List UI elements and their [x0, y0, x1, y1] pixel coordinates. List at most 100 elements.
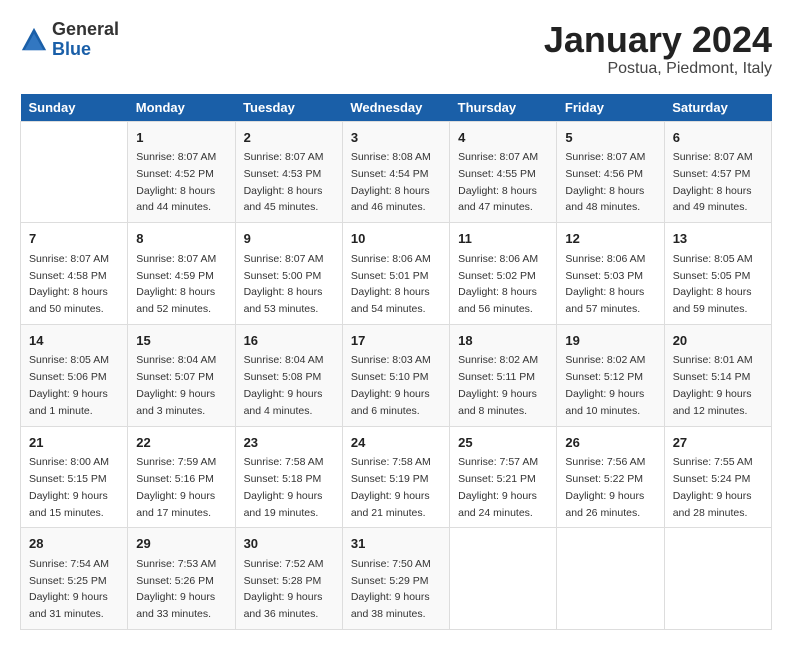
- day-number: 26: [565, 433, 655, 453]
- day-info: Sunrise: 8:07 AMSunset: 4:56 PMDaylight:…: [565, 149, 655, 216]
- day-number: 18: [458, 331, 548, 351]
- day-number: 10: [351, 229, 441, 249]
- calendar-cell: 2Sunrise: 8:07 AMSunset: 4:53 PMDaylight…: [235, 121, 342, 223]
- day-info: Sunrise: 8:05 AMSunset: 5:06 PMDaylight:…: [29, 352, 119, 419]
- day-number: 14: [29, 331, 119, 351]
- day-number: 5: [565, 128, 655, 148]
- calendar-cell: 11Sunrise: 8:06 AMSunset: 5:02 PMDayligh…: [450, 223, 557, 325]
- calendar-cell: 15Sunrise: 8:04 AMSunset: 5:07 PMDayligh…: [128, 324, 235, 426]
- day-info: Sunrise: 8:04 AMSunset: 5:08 PMDaylight:…: [244, 352, 334, 419]
- day-info: Sunrise: 8:06 AMSunset: 5:03 PMDaylight:…: [565, 251, 655, 318]
- day-info: Sunrise: 8:06 AMSunset: 5:01 PMDaylight:…: [351, 251, 441, 318]
- header: General Blue January 2024 Postua, Piedmo…: [20, 20, 772, 78]
- day-info: Sunrise: 8:02 AMSunset: 5:11 PMDaylight:…: [458, 352, 548, 419]
- day-info: Sunrise: 8:01 AMSunset: 5:14 PMDaylight:…: [673, 352, 763, 419]
- weekday-header-saturday: Saturday: [664, 94, 771, 122]
- day-number: 23: [244, 433, 334, 453]
- calendar-cell: 10Sunrise: 8:06 AMSunset: 5:01 PMDayligh…: [342, 223, 449, 325]
- calendar-cell: 17Sunrise: 8:03 AMSunset: 5:10 PMDayligh…: [342, 324, 449, 426]
- day-number: 25: [458, 433, 548, 453]
- calendar-cell: 16Sunrise: 8:04 AMSunset: 5:08 PMDayligh…: [235, 324, 342, 426]
- calendar-cell: 28Sunrise: 7:54 AMSunset: 5:25 PMDayligh…: [21, 528, 128, 630]
- calendar-cell: 5Sunrise: 8:07 AMSunset: 4:56 PMDaylight…: [557, 121, 664, 223]
- day-info: Sunrise: 7:53 AMSunset: 5:26 PMDaylight:…: [136, 556, 226, 623]
- day-number: 1: [136, 128, 226, 148]
- day-info: Sunrise: 8:07 AMSunset: 4:58 PMDaylight:…: [29, 251, 119, 318]
- title-area: January 2024 Postua, Piedmont, Italy: [544, 20, 772, 78]
- day-number: 6: [673, 128, 763, 148]
- day-number: 28: [29, 534, 119, 554]
- calendar-cell: 24Sunrise: 7:58 AMSunset: 5:19 PMDayligh…: [342, 426, 449, 528]
- calendar-week-row: 28Sunrise: 7:54 AMSunset: 5:25 PMDayligh…: [21, 528, 772, 630]
- day-info: Sunrise: 7:52 AMSunset: 5:28 PMDaylight:…: [244, 556, 334, 623]
- calendar-cell: 12Sunrise: 8:06 AMSunset: 5:03 PMDayligh…: [557, 223, 664, 325]
- calendar-cell: 1Sunrise: 8:07 AMSunset: 4:52 PMDaylight…: [128, 121, 235, 223]
- calendar-cell: 6Sunrise: 8:07 AMSunset: 4:57 PMDaylight…: [664, 121, 771, 223]
- day-number: 13: [673, 229, 763, 249]
- weekday-header-wednesday: Wednesday: [342, 94, 449, 122]
- calendar-cell: [21, 121, 128, 223]
- day-number: 31: [351, 534, 441, 554]
- calendar-cell: 20Sunrise: 8:01 AMSunset: 5:14 PMDayligh…: [664, 324, 771, 426]
- day-info: Sunrise: 8:07 AMSunset: 5:00 PMDaylight:…: [244, 251, 334, 318]
- logo-general: General: [52, 20, 119, 40]
- calendar-week-row: 14Sunrise: 8:05 AMSunset: 5:06 PMDayligh…: [21, 324, 772, 426]
- day-info: Sunrise: 8:07 AMSunset: 4:53 PMDaylight:…: [244, 149, 334, 216]
- day-number: 4: [458, 128, 548, 148]
- day-number: 16: [244, 331, 334, 351]
- day-number: 12: [565, 229, 655, 249]
- day-info: Sunrise: 8:03 AMSunset: 5:10 PMDaylight:…: [351, 352, 441, 419]
- day-info: Sunrise: 7:55 AMSunset: 5:24 PMDaylight:…: [673, 454, 763, 521]
- day-number: 7: [29, 229, 119, 249]
- day-number: 3: [351, 128, 441, 148]
- calendar-cell: 22Sunrise: 7:59 AMSunset: 5:16 PMDayligh…: [128, 426, 235, 528]
- calendar-cell: 23Sunrise: 7:58 AMSunset: 5:18 PMDayligh…: [235, 426, 342, 528]
- calendar-cell: 4Sunrise: 8:07 AMSunset: 4:55 PMDaylight…: [450, 121, 557, 223]
- weekday-header-friday: Friday: [557, 94, 664, 122]
- day-number: 30: [244, 534, 334, 554]
- calendar-subtitle: Postua, Piedmont, Italy: [544, 60, 772, 78]
- logo-blue: Blue: [52, 40, 119, 60]
- calendar-cell: 18Sunrise: 8:02 AMSunset: 5:11 PMDayligh…: [450, 324, 557, 426]
- calendar-table: SundayMondayTuesdayWednesdayThursdayFrid…: [20, 94, 772, 630]
- day-number: 9: [244, 229, 334, 249]
- day-info: Sunrise: 8:07 AMSunset: 4:55 PMDaylight:…: [458, 149, 548, 216]
- calendar-cell: 30Sunrise: 7:52 AMSunset: 5:28 PMDayligh…: [235, 528, 342, 630]
- day-info: Sunrise: 7:57 AMSunset: 5:21 PMDaylight:…: [458, 454, 548, 521]
- day-number: 22: [136, 433, 226, 453]
- calendar-cell: 13Sunrise: 8:05 AMSunset: 5:05 PMDayligh…: [664, 223, 771, 325]
- day-info: Sunrise: 7:58 AMSunset: 5:18 PMDaylight:…: [244, 454, 334, 521]
- weekday-header-monday: Monday: [128, 94, 235, 122]
- day-info: Sunrise: 8:07 AMSunset: 4:57 PMDaylight:…: [673, 149, 763, 216]
- day-number: 15: [136, 331, 226, 351]
- day-number: 2: [244, 128, 334, 148]
- calendar-week-row: 1Sunrise: 8:07 AMSunset: 4:52 PMDaylight…: [21, 121, 772, 223]
- day-info: Sunrise: 8:07 AMSunset: 4:59 PMDaylight:…: [136, 251, 226, 318]
- weekday-header-thursday: Thursday: [450, 94, 557, 122]
- day-info: Sunrise: 7:59 AMSunset: 5:16 PMDaylight:…: [136, 454, 226, 521]
- calendar-cell: 29Sunrise: 7:53 AMSunset: 5:26 PMDayligh…: [128, 528, 235, 630]
- calendar-cell: 8Sunrise: 8:07 AMSunset: 4:59 PMDaylight…: [128, 223, 235, 325]
- day-info: Sunrise: 8:02 AMSunset: 5:12 PMDaylight:…: [565, 352, 655, 419]
- day-info: Sunrise: 8:00 AMSunset: 5:15 PMDaylight:…: [29, 454, 119, 521]
- calendar-week-row: 21Sunrise: 8:00 AMSunset: 5:15 PMDayligh…: [21, 426, 772, 528]
- calendar-cell: 9Sunrise: 8:07 AMSunset: 5:00 PMDaylight…: [235, 223, 342, 325]
- day-number: 29: [136, 534, 226, 554]
- day-info: Sunrise: 8:06 AMSunset: 5:02 PMDaylight:…: [458, 251, 548, 318]
- day-number: 27: [673, 433, 763, 453]
- calendar-cell: 27Sunrise: 7:55 AMSunset: 5:24 PMDayligh…: [664, 426, 771, 528]
- calendar-title: January 2024: [544, 20, 772, 60]
- day-number: 17: [351, 331, 441, 351]
- calendar-cell: 21Sunrise: 8:00 AMSunset: 5:15 PMDayligh…: [21, 426, 128, 528]
- calendar-cell: 25Sunrise: 7:57 AMSunset: 5:21 PMDayligh…: [450, 426, 557, 528]
- day-number: 8: [136, 229, 226, 249]
- weekday-header-row: SundayMondayTuesdayWednesdayThursdayFrid…: [21, 94, 772, 122]
- weekday-header-tuesday: Tuesday: [235, 94, 342, 122]
- calendar-cell: [450, 528, 557, 630]
- day-info: Sunrise: 8:07 AMSunset: 4:52 PMDaylight:…: [136, 149, 226, 216]
- calendar-cell: 14Sunrise: 8:05 AMSunset: 5:06 PMDayligh…: [21, 324, 128, 426]
- calendar-cell: [557, 528, 664, 630]
- day-info: Sunrise: 7:58 AMSunset: 5:19 PMDaylight:…: [351, 454, 441, 521]
- calendar-cell: 7Sunrise: 8:07 AMSunset: 4:58 PMDaylight…: [21, 223, 128, 325]
- day-info: Sunrise: 8:04 AMSunset: 5:07 PMDaylight:…: [136, 352, 226, 419]
